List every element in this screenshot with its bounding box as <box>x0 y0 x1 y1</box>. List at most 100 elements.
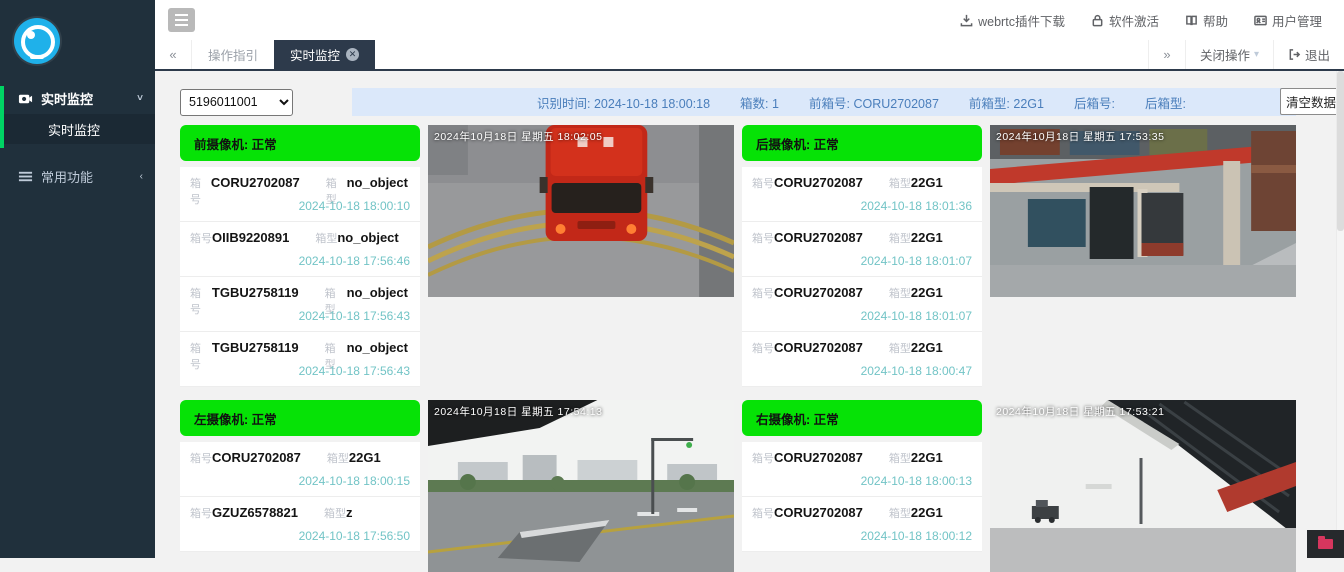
record-row: 箱号 TGBU2758119 箱型 no_object 2024-10-18 1… <box>180 332 420 387</box>
sidebar-item-label: 常用功能 <box>41 167 140 186</box>
tabs-scroll-right-button[interactable]: » <box>1148 40 1185 69</box>
video-timestamp-overlay: 2024年10月18日 星期五 18:02:05 <box>434 129 602 144</box>
scrollbar-thumb[interactable] <box>1337 71 1344 231</box>
box-no-value: TGBU2758119 <box>212 340 299 355</box>
record-timestamp: 2024-10-18 18:00:15 <box>299 474 410 488</box>
box-no-label: 箱号 <box>752 175 774 191</box>
main-content: 5196011001 识别时间: 2024-10-18 18:00:18 箱数:… <box>155 71 1344 558</box>
front-camera-scene <box>428 125 734 297</box>
help-icon <box>1185 14 1198 27</box>
box-type-value: no_object <box>347 340 408 355</box>
panel-right-camera: 右摄像机: 正常 箱号 CORU2702087 箱型 22G1 2024-10-… <box>742 400 982 552</box>
box-no-value: OIIB9220891 <box>212 230 289 245</box>
box-type-value: 22G1 <box>911 285 943 300</box>
floating-widget[interactable] <box>1307 530 1344 558</box>
record-row: 箱号 OIIB9220891 箱型 no_object 2024-10-18 1… <box>180 222 420 277</box>
box-type-value: no_object <box>347 285 408 300</box>
box-type-label: 箱型 <box>889 450 911 466</box>
rear-camera-status-header: 后摄像机: 正常 <box>742 125 982 161</box>
clear-data-button[interactable]: 清空数据 <box>1280 88 1342 115</box>
box-type-label: 箱型 <box>324 505 346 521</box>
rear-camera-video[interactable]: 2024年10月18日 星期五 17:53:35 <box>990 125 1296 297</box>
right-camera-video[interactable]: 2024年10月18日 星期五 17:53:21 <box>990 400 1296 572</box>
box-type-label: 箱型 <box>327 450 349 466</box>
record-row: 箱号 TGBU2758119 箱型 no_object 2024-10-18 1… <box>180 277 420 332</box>
list-icon <box>18 169 33 184</box>
box-no-label: 箱号 <box>190 285 212 317</box>
tab-operation-guide[interactable]: 操作指引 <box>192 40 274 69</box>
tabs-scroll-left-button[interactable]: « <box>155 40 192 69</box>
chevron-down-icon: ˅ <box>137 93 143 104</box>
left-camera-record-list: 箱号 CORU2702087 箱型 22G1 2024-10-18 18:00:… <box>180 442 420 552</box>
webcam-logo-icon <box>14 18 60 64</box>
webrtc-plugin-download-link[interactable]: webrtc插件下载 <box>960 11 1065 30</box>
box-type-label: 箱型 <box>315 230 337 246</box>
box-type-value: 22G1 <box>911 450 943 465</box>
box-no-label: 箱号 <box>752 450 774 466</box>
record-timestamp: 2024-10-18 18:00:13 <box>861 474 972 488</box>
sidebar-item-label: 实时监控 <box>41 89 137 108</box>
record-timestamp: 2024-10-18 18:00:47 <box>861 364 972 378</box>
camera-icon <box>18 91 33 106</box>
record-row: 箱号 GZUZ6578821 箱型 z 2024-10-18 17:56:50 <box>180 497 420 552</box>
sidebar-item-common-functions[interactable]: 常用功能 ‹ <box>0 160 155 192</box>
tab-label: 操作指引 <box>208 45 258 64</box>
box-no-value: CORU2702087 <box>774 450 863 465</box>
left-camera-video[interactable]: 2024年10月18日 星期五 17:54:13 <box>428 400 734 572</box>
rear-camera-record-list: 箱号 CORU2702087 箱型 22G1 2024-10-18 18:01:… <box>742 167 982 387</box>
panel-rear-camera: 后摄像机: 正常 箱号 CORU2702087 箱型 22G1 2024-10-… <box>742 125 982 387</box>
box-no-value: CORU2702087 <box>774 285 863 300</box>
tab-bar: « 操作指引 实时监控 ✕ » 关闭操作 ▾ 退出 <box>155 40 1344 71</box>
sidebar-item-realtime-monitor[interactable]: 实时监控 ˅ <box>0 82 155 114</box>
front-camera-status-header: 前摄像机: 正常 <box>180 125 420 161</box>
record-row: 箱号 CORU2702087 箱型 22G1 2024-10-18 18:01:… <box>742 167 982 222</box>
help-link[interactable]: 帮助 <box>1185 11 1228 30</box>
box-no-value: GZUZ6578821 <box>212 505 298 520</box>
box-no-label: 箱号 <box>190 230 212 246</box>
record-row: 箱号 CORU2702087 箱型 22G1 2024-10-18 18:01:… <box>742 277 982 332</box>
box-no-value: CORU2702087 <box>774 175 863 190</box>
panel-left-camera: 左摄像机: 正常 箱号 CORU2702087 箱型 22G1 2024-10-… <box>180 400 420 552</box>
logout-label: 退出 <box>1305 45 1330 64</box>
box-type-value: 22G1 <box>911 230 943 245</box>
link-label: 软件激活 <box>1109 11 1159 30</box>
record-row: 箱号 CORU2702087 箱型 22G1 2024-10-18 18:00:… <box>742 332 982 387</box>
right-camera-record-list: 箱号 CORU2702087 箱型 22G1 2024-10-18 18:00:… <box>742 442 982 552</box>
user-management-link[interactable]: 用户管理 <box>1254 11 1322 30</box>
video-timestamp-overlay: 2024年10月18日 星期五 17:53:35 <box>996 129 1164 144</box>
box-no-value: CORU2702087 <box>774 230 863 245</box>
record-timestamp: 2024-10-18 18:00:12 <box>861 529 972 543</box>
close-tab-icon[interactable]: ✕ <box>346 48 359 61</box>
app-logo <box>0 0 155 82</box>
video-timestamp-overlay: 2024年10月18日 星期五 17:53:21 <box>996 404 1164 419</box>
tab-realtime-monitor[interactable]: 实时监控 ✕ <box>274 40 375 69</box>
front-camera-record-list: 箱号 CORU2702087 箱型 no_object 2024-10-18 1… <box>180 167 420 387</box>
box-type-value: 22G1 <box>911 175 943 190</box>
box-no-value: CORU2702087 <box>212 450 301 465</box>
caret-down-icon: ▾ <box>1254 49 1259 60</box>
box-type-value: 22G1 <box>911 505 943 520</box>
dropdown-label: 关闭操作 <box>1200 45 1250 64</box>
record-timestamp: 2024-10-18 18:01:07 <box>861 254 972 268</box>
record-timestamp: 2024-10-18 17:56:50 <box>299 529 410 543</box>
device-select[interactable]: 5196011001 <box>180 89 293 116</box>
rear-camera-scene <box>990 125 1296 297</box>
software-activation-link[interactable]: 软件激活 <box>1091 11 1159 30</box>
box-no-label: 箱号 <box>752 285 774 301</box>
close-operations-dropdown[interactable]: 关闭操作 ▾ <box>1185 40 1273 69</box>
box-no-label: 箱号 <box>752 505 774 521</box>
link-label: 帮助 <box>1203 11 1228 30</box>
sidebar-subitem-realtime-monitor[interactable]: 实时监控 <box>0 114 155 144</box>
record-timestamp: 2024-10-18 18:01:36 <box>861 199 972 213</box>
front-camera-video[interactable]: 2024年10月18日 星期五 18:02:05 <box>428 125 734 297</box>
sidebar-toggle-button[interactable] <box>168 8 195 32</box>
video-timestamp-overlay: 2024年10月18日 星期五 17:54:13 <box>434 404 602 419</box>
box-no-label: 箱号 <box>752 230 774 246</box>
recognition-info-bar: 识别时间: 2024-10-18 18:00:18 箱数: 1 前箱号: COR… <box>352 88 1296 116</box>
record-timestamp: 2024-10-18 17:56:43 <box>299 364 410 378</box>
chevron-left-icon: ‹ <box>140 171 143 182</box>
logout-button[interactable]: 退出 <box>1273 40 1344 69</box>
box-type-label: 箱型 <box>889 285 911 301</box>
box-no-label: 箱号 <box>752 340 774 356</box>
box-type-value: z <box>346 505 353 520</box>
